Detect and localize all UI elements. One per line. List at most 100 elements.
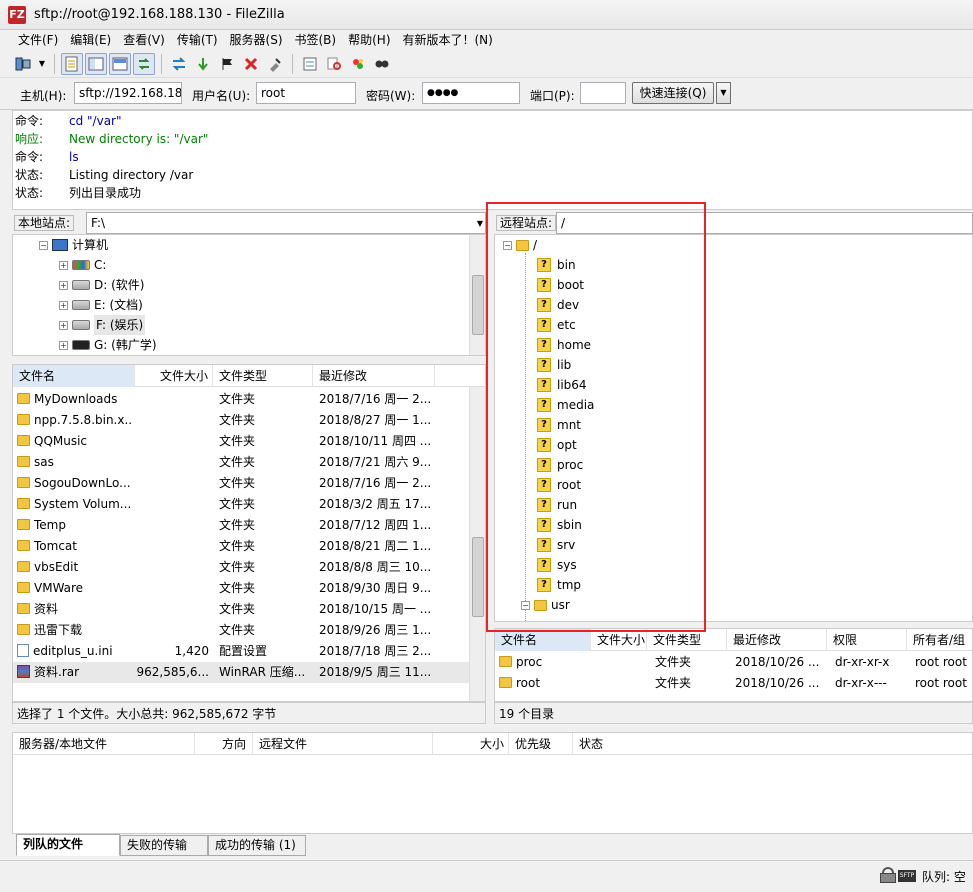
file-name: MyDownloads — [34, 392, 118, 406]
tree-item-drive-e[interactable]: + E: (文档) — [59, 295, 143, 315]
menu-edit[interactable]: 编辑(E) — [64, 30, 117, 50]
file-modified: 2018/10/15 周一 ... — [319, 602, 432, 616]
column-filesize[interactable]: 文件大小 — [591, 629, 647, 651]
local-tree-scrollbar[interactable] — [469, 235, 485, 355]
tree-item-drive-f[interactable]: + F: (娱乐) — [59, 315, 146, 335]
menu-bookmarks[interactable]: 书签(B) — [289, 30, 343, 50]
reconnect-icon[interactable] — [264, 53, 286, 75]
quickconnect-button[interactable]: 快速连接(Q) — [632, 82, 714, 104]
toggle-local-tree-icon[interactable] — [85, 52, 107, 75]
file-owner: root root — [915, 655, 967, 669]
file-row[interactable]: 迅雷下载 文件夹 2018/9/26 周三 1... — [13, 620, 485, 641]
search-icon[interactable] — [371, 53, 393, 75]
toolbar: ▼ — [0, 50, 973, 78]
column-remote-file[interactable]: 远程文件 — [253, 733, 433, 755]
expand-icon[interactable]: + — [59, 320, 68, 330]
column-filename[interactable]: 文件名 — [495, 629, 591, 651]
file-row[interactable]: proc 文件夹 2018/10/26 ... dr-xr-xr-x root root — [495, 652, 972, 673]
menu-help[interactable]: 帮助(H) — [342, 30, 396, 50]
local-site-input[interactable]: F:\ ▼ — [86, 212, 486, 234]
column-modified[interactable]: 最近修改 — [313, 365, 435, 387]
chevron-down-icon[interactable]: ▼ — [716, 82, 731, 104]
file-row[interactable]: System Volum... 文件夹 2018/3/2 周五 17... — [13, 494, 485, 515]
column-size[interactable]: 大小 — [433, 733, 509, 755]
log-entry: 命令: cd "/var" — [15, 112, 122, 130]
site-manager-icon[interactable] — [12, 53, 34, 75]
expand-icon[interactable]: + — [59, 300, 68, 310]
toggle-log-icon[interactable] — [61, 52, 83, 75]
local-list-scrollbar[interactable] — [469, 387, 485, 701]
file-name: 资料.rar — [34, 665, 80, 679]
tree-item-label: 计算机 — [72, 238, 109, 252]
column-filetype[interactable]: 文件类型 — [647, 629, 727, 651]
file-row[interactable]: SogouDownLo... 文件夹 2018/7/16 周一 2... — [13, 473, 485, 494]
dropdown-arrow-icon[interactable]: ▼ — [36, 53, 48, 75]
filter-icon[interactable] — [299, 53, 321, 75]
process-queue-icon[interactable] — [192, 53, 214, 75]
expand-icon[interactable]: + — [59, 260, 68, 270]
rar-archive-icon — [17, 665, 30, 678]
file-row[interactable]: 资料 文件夹 2018/10/15 周一 ... — [13, 599, 485, 620]
cancel-icon[interactable] — [216, 53, 238, 75]
column-owner[interactable]: 所有者/组 — [907, 629, 972, 651]
file-row[interactable]: QQMusic 文件夹 2018/10/11 周四 ... — [13, 431, 485, 452]
tab-successful-transfers[interactable]: 成功的传输 (1) — [208, 835, 306, 856]
column-direction[interactable]: 方向 — [195, 733, 253, 755]
chevron-down-icon[interactable]: ▼ — [477, 219, 483, 228]
tree-item-drive-d[interactable]: + D: (软件) — [59, 275, 144, 295]
file-row[interactable]: MyDownloads 文件夹 2018/7/16 周一 2... — [13, 389, 485, 410]
log-text: New directory is: "/var" — [69, 132, 209, 146]
file-modified: 2018/3/2 周五 17... — [319, 497, 432, 511]
column-filetype[interactable]: 文件类型 — [213, 365, 313, 387]
toggle-remote-tree-icon[interactable] — [109, 52, 131, 75]
column-status[interactable]: 状态 — [573, 733, 673, 755]
password-input[interactable]: ●●●● — [422, 82, 520, 104]
menu-file[interactable]: 文件(F) — [12, 30, 64, 50]
file-row[interactable]: VMWare 文件夹 2018/9/30 周日 9... — [13, 578, 485, 599]
tab-failed-transfers[interactable]: 失败的传输 — [120, 835, 208, 856]
file-row[interactable]: sas 文件夹 2018/7/21 周六 9... — [13, 452, 485, 473]
column-filename[interactable]: 文件名 — [13, 365, 135, 387]
file-type: 文件夹 — [219, 623, 256, 637]
file-row[interactable]: Temp 文件夹 2018/7/12 周四 1... — [13, 515, 485, 536]
host-label: 主机(H): — [20, 89, 67, 103]
scrollbar-thumb[interactable] — [472, 537, 484, 617]
menu-transfer[interactable]: 传输(T) — [171, 30, 224, 50]
host-input[interactable]: sftp://192.168.188.130 — [74, 82, 182, 104]
port-input[interactable] — [580, 82, 626, 104]
file-row[interactable]: 资料.rar 962,585,6... WinRAR 压缩... 2018/9/5 周… — [13, 662, 485, 683]
expand-icon[interactable]: + — [59, 340, 68, 350]
file-type: 文件夹 — [655, 655, 692, 669]
file-row[interactable]: root 文件夹 2018/10/26 ... dr-xr-x--- root root — [495, 673, 972, 694]
column-priority[interactable]: 优先级 — [509, 733, 573, 755]
config-file-icon — [17, 644, 29, 657]
tab-queued-files[interactable]: 列队的文件 — [16, 834, 120, 856]
tree-item-drive-g[interactable]: + G: (韩广学) — [59, 335, 157, 355]
file-row[interactable]: vbsEdit 文件夹 2018/8/8 周三 10... — [13, 557, 485, 578]
disconnect-icon[interactable] — [240, 53, 262, 75]
toggle-queue-icon[interactable] — [133, 52, 155, 75]
menu-view[interactable]: 查看(V) — [117, 30, 171, 50]
sync-browse-icon[interactable] — [347, 53, 369, 75]
tree-item-computer[interactable]: − 计算机 — [39, 235, 108, 255]
column-modified[interactable]: 最近修改 — [727, 629, 827, 651]
file-row[interactable]: editplus_u.ini 1,420 配置设置 2018/7/18 周三 2... — [13, 641, 485, 662]
compare-icon[interactable] — [323, 53, 345, 75]
toolbar-separator — [292, 53, 293, 74]
menu-new-version[interactable]: 有新版本了！(N) — [397, 30, 499, 50]
column-server-local[interactable]: 服务器/本地文件 — [13, 733, 195, 755]
file-name: 资料 — [34, 602, 59, 616]
toolbar-separator — [54, 53, 55, 74]
column-filesize[interactable]: 文件大小 — [135, 365, 213, 387]
file-row[interactable]: npp.7.5.8.bin.x... 文件夹 2018/8/27 周一 1... — [13, 410, 485, 431]
menu-server[interactable]: 服务器(S) — [224, 30, 289, 50]
collapse-icon[interactable]: − — [39, 240, 48, 250]
folder-icon — [499, 677, 512, 688]
username-input[interactable]: root — [256, 82, 356, 104]
refresh-icon[interactable] — [168, 53, 190, 75]
expand-icon[interactable]: + — [59, 280, 68, 290]
file-row[interactable]: Tomcat 文件夹 2018/8/21 周二 1... — [13, 536, 485, 557]
column-permissions[interactable]: 权限 — [827, 629, 907, 651]
scrollbar-thumb[interactable] — [472, 275, 484, 335]
tree-item-drive-c[interactable]: + C: — [59, 255, 106, 275]
